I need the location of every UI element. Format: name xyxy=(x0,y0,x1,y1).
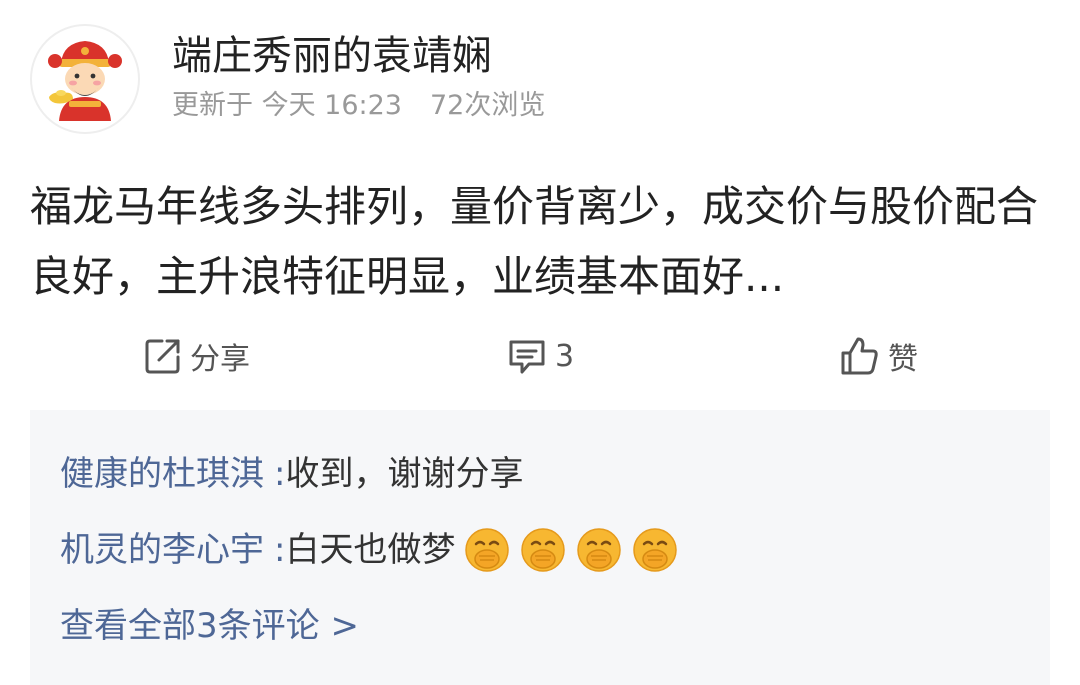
comment-text: 白天也做梦 xyxy=(285,530,456,570)
share-label: 分享 xyxy=(190,342,250,377)
laughing-covering-mouth-emoji-icon xyxy=(633,528,678,572)
laughing-covering-mouth-emoji-icon xyxy=(465,528,510,572)
author-name[interactable]: 端庄秀丽的袁靖娴 xyxy=(172,30,492,82)
comment-item[interactable]: 机灵的李心宇 : 白天也做梦 xyxy=(60,526,679,574)
share-button[interactable]: 分享 xyxy=(142,320,250,392)
comment-button[interactable]: 3 xyxy=(505,320,574,392)
like-label: 赞 xyxy=(888,342,918,377)
avatar[interactable] xyxy=(30,24,140,134)
comment-text: 收到，谢谢分享 xyxy=(285,454,524,494)
updated-time: 更新于 今天 16:23 xyxy=(172,90,402,121)
comment-item[interactable]: 健康的杜琪淇 : 收到，谢谢分享 xyxy=(60,450,523,498)
action-bar: 分享 3 赞 xyxy=(0,320,1080,392)
laughing-covering-mouth-emoji-icon xyxy=(521,528,566,572)
laughing-covering-mouth-emoji-icon xyxy=(577,528,622,572)
share-icon xyxy=(145,339,180,374)
post-text[interactable]: 福龙马年线多头排列，量价背离少，成交价与股价配合良好，主升浪特征明显，业绩基本面… xyxy=(30,172,1060,312)
comment-icon xyxy=(509,340,545,374)
god-of-wealth-avatar-icon xyxy=(48,41,122,121)
comment-section: 健康的杜琪淇 : 收到，谢谢分享 机灵的李心宇 : 白天也做梦 查看全部3条评论… xyxy=(30,410,1050,685)
view-all-comments-link[interactable]: 查看全部3条评论 > xyxy=(60,602,359,650)
post-meta: 更新于 今天 16:23 72次浏览 xyxy=(172,88,545,124)
comment-count: 3 xyxy=(555,338,575,374)
comment-user[interactable]: 机灵的李心宇 xyxy=(60,526,264,574)
comment-separator: : xyxy=(274,454,286,494)
like-button[interactable]: 赞 xyxy=(838,320,918,392)
view-count: 72次浏览 xyxy=(429,90,546,121)
comment-user[interactable]: 健康的杜琪淇 xyxy=(60,450,264,498)
thumbs-up-icon xyxy=(841,337,878,375)
comment-separator: : xyxy=(274,530,286,570)
